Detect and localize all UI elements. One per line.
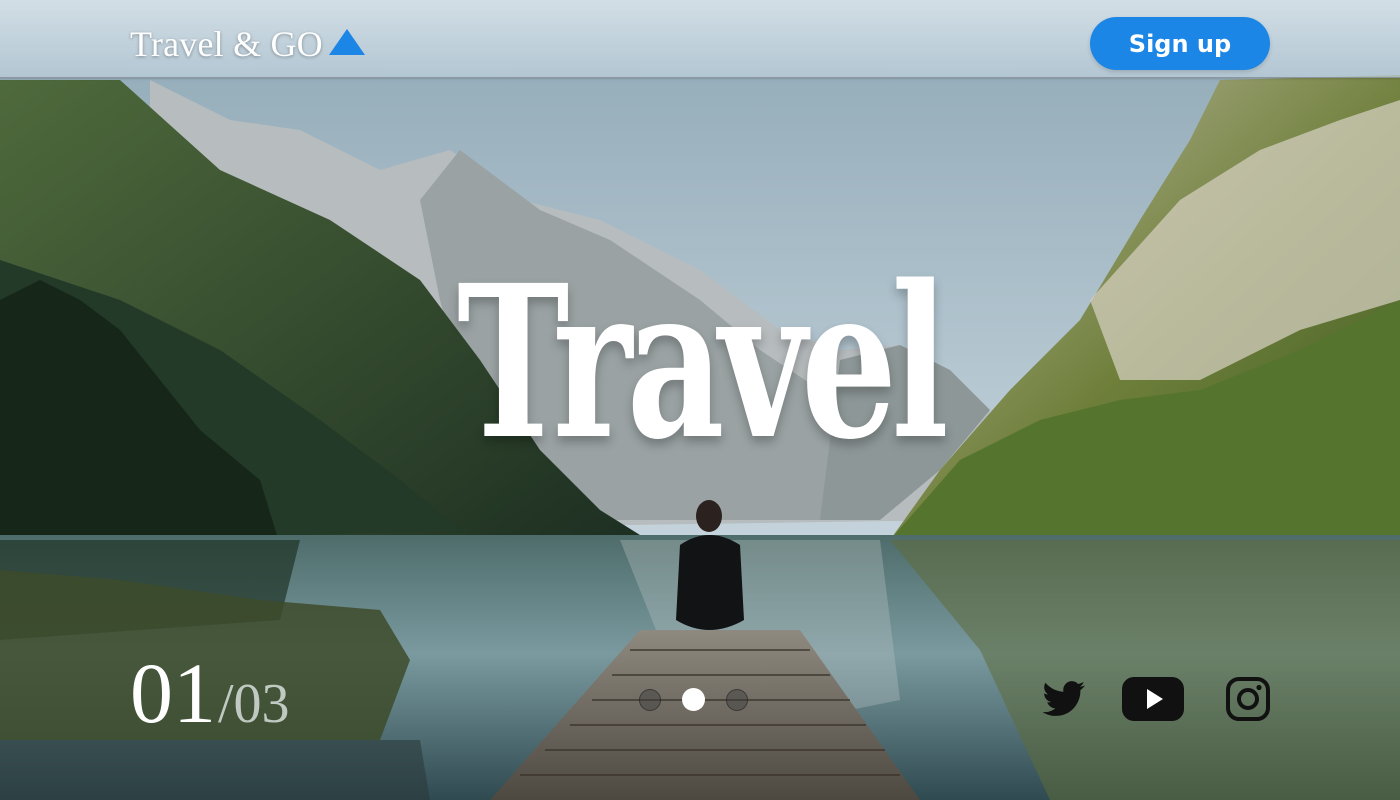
brand-logo-text: Travel & GO: [130, 24, 323, 64]
twitter-icon: [1042, 681, 1085, 716]
slide-counter: 01/03: [130, 650, 290, 736]
triangle-icon: [328, 29, 365, 55]
slide-dot[interactable]: [726, 688, 748, 711]
slide-counter-total: /03: [218, 673, 290, 735]
top-header: Travel & GO Sign up: [0, 0, 1400, 78]
hero-title: Travel: [456, 239, 949, 486]
instagram-icon: [1226, 677, 1270, 721]
instagram-link[interactable]: [1224, 676, 1272, 722]
slide-pagination: [639, 687, 748, 712]
slide-dot[interactable]: [639, 688, 661, 711]
signup-button[interactable]: Sign up: [1090, 17, 1270, 70]
youtube-icon: [1122, 677, 1184, 721]
slide-dot-active[interactable]: [682, 688, 705, 711]
slide-counter-current: 01: [130, 645, 216, 741]
twitter-link[interactable]: [1041, 676, 1087, 722]
youtube-link[interactable]: [1120, 676, 1186, 722]
brand-logo[interactable]: Travel & GO: [130, 22, 367, 66]
